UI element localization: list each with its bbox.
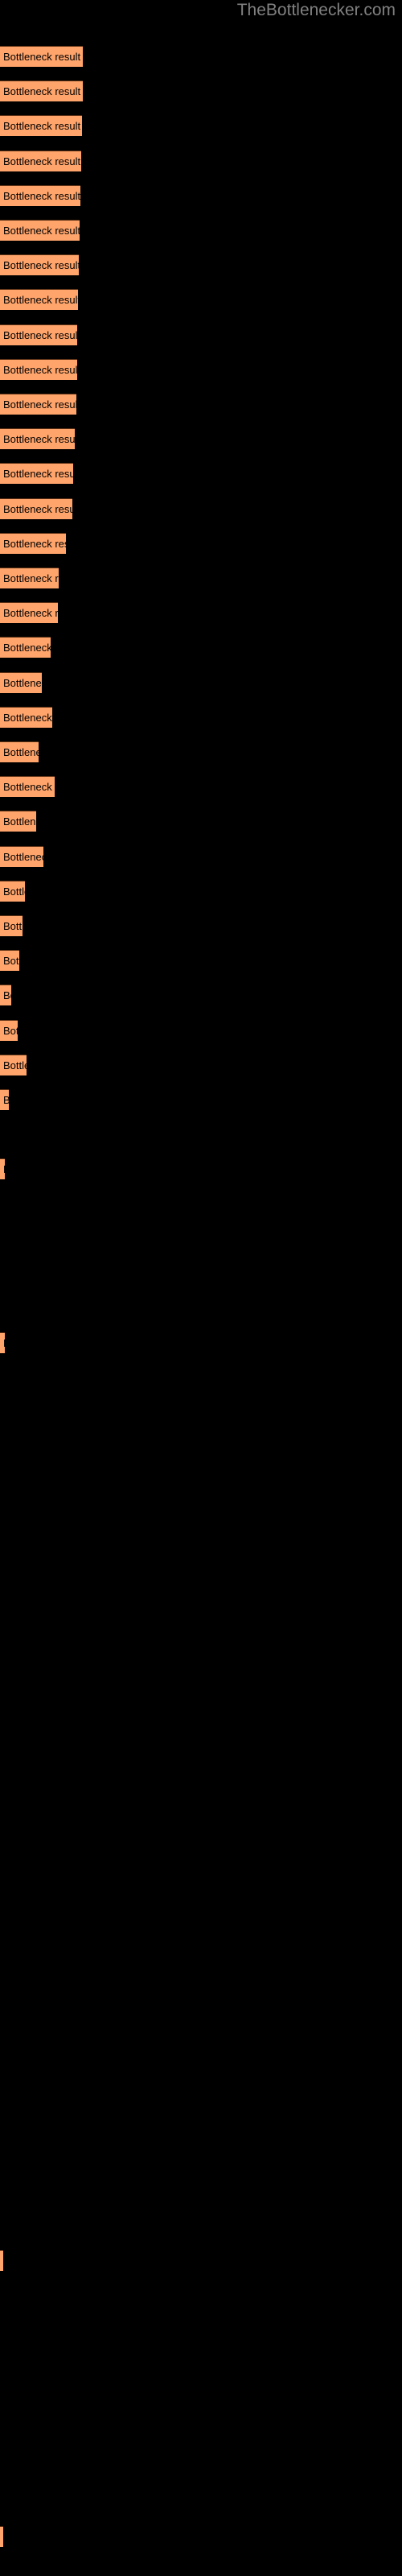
bar-label: Bottleneck result <box>3 537 66 550</box>
bar: Bottleneck result <box>0 637 51 658</box>
bar: Bottleneck result <box>0 532 66 554</box>
bar: Bottleneck result <box>0 394 76 415</box>
bar-label: Bottleneck result <box>3 1336 5 1351</box>
bar: Bottleneck result <box>0 220 80 241</box>
bar-label: Bottleneck result <box>3 155 81 167</box>
bar: Bottleneck result <box>0 46 83 67</box>
bar-label: Bottleneck result <box>3 189 80 202</box>
bar-label: Bottleneck result <box>3 642 51 654</box>
site-title: TheBottlenecker.com <box>236 1 396 19</box>
bar: Bottleneck result <box>0 428 75 450</box>
bar-label: Bottleneck result <box>3 989 11 1002</box>
bar-label: Bottleneck result <box>3 225 80 237</box>
bar: Bottleneck result <box>0 602 58 624</box>
bar-label: Bottleneck result <box>3 815 36 828</box>
bar-label: Bottleneck result <box>3 607 58 620</box>
bar-label: Bottleneck result <box>3 1093 9 1108</box>
bar: Bottleneck result <box>0 1089 9 1110</box>
bar: Bottleneck result <box>0 671 42 693</box>
bar: Bottleneck result <box>0 2526 3 2547</box>
bar-label: Bottleneck result <box>3 259 79 272</box>
bar: Bottleneck result <box>0 985 11 1006</box>
bar: Bottleneck result <box>0 568 59 588</box>
bar: Bottleneck result <box>0 80 83 102</box>
bar-label: Bottleneck result <box>3 746 39 758</box>
bar: Bottleneck result <box>0 776 55 798</box>
bar: Bottleneck result <box>0 324 77 345</box>
bar: Bottleneck result <box>0 115 82 137</box>
bar-label: Bottleneck result <box>3 572 59 584</box>
bar: Bottleneck result <box>0 289 78 311</box>
bar-label: Bottleneck result <box>3 398 76 411</box>
bar: Bottleneck result <box>0 1332 5 1354</box>
bar-label: Bottleneck result <box>3 433 75 446</box>
bar-label: Bottleneck result <box>3 1059 27 1071</box>
bar: Bottleneck result <box>0 1019 18 1041</box>
bottleneck-bar-chart: Bottleneck result Bottleneck result Bottle… <box>0 35 402 2571</box>
bar-label: Bottleneck result <box>3 850 43 863</box>
bar: Bottleneck result <box>0 811 36 832</box>
bar-label: Bottleneck result <box>3 85 81 98</box>
bar: Bottleneck result <box>0 497 72 519</box>
bar: Bottleneck result <box>0 1054 27 1075</box>
bar-label: Bottleneck result <box>3 920 23 932</box>
bar-label: Bottleneck result <box>3 294 78 307</box>
bar: Bottleneck result <box>0 915 23 936</box>
bar-label: Bottleneck result <box>3 676 42 689</box>
bar: Bottleneck result <box>0 358 77 380</box>
bar: Bottleneck result <box>0 880 25 902</box>
bar-label: Bottleneck result <box>3 328 77 341</box>
bar-label: Bottleneck result <box>3 502 72 515</box>
bar-label: Bottleneck result <box>3 781 55 794</box>
bar: Bottleneck result <box>0 184 80 206</box>
bar-label: Bottleneck result <box>3 711 52 724</box>
bar-label: Bottleneck result <box>3 955 19 968</box>
bar: Bottleneck result <box>0 950 19 972</box>
bar: Bottleneck result <box>0 845 43 867</box>
bar-label: Bottleneck result <box>3 51 81 63</box>
bar: Bottleneck result <box>0 150 81 171</box>
bar: Bottleneck result <box>0 741 39 762</box>
bar-label: Bottleneck result <box>3 1024 18 1037</box>
bar-label: Bottleneck result <box>3 1162 5 1177</box>
bar: Bottleneck result <box>0 2250 3 2271</box>
bar: Bottleneck result <box>0 254 79 276</box>
bar-label: Bottleneck result <box>3 120 81 133</box>
bar: Bottleneck result <box>0 463 73 485</box>
bar-label: Bottleneck result <box>3 885 25 898</box>
bar: Bottleneck result <box>0 706 52 728</box>
bar: Bottleneck result <box>0 1158 5 1180</box>
bar-label: Bottleneck result <box>3 363 77 376</box>
bar-label: Bottleneck result <box>3 468 73 481</box>
